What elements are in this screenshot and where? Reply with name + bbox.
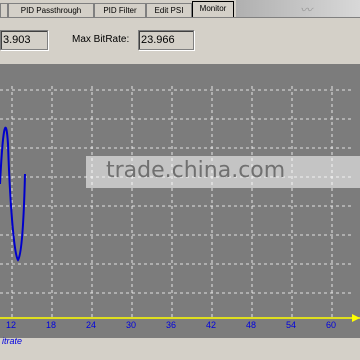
tab-bar: PID Passthrough PID Filter Edit PSI Moni… xyxy=(0,0,360,18)
bitrate-graph xyxy=(0,64,360,338)
bitrate-series-line xyxy=(0,126,26,262)
max-bitrate-label: Max BitRate: xyxy=(72,34,130,45)
watermark: trade.china.com xyxy=(86,156,360,188)
current-bitrate-field: 3.903 xyxy=(0,30,48,50)
tab-pid-filter[interactable]: PID Filter xyxy=(94,3,146,17)
x-tick-label: 42 xyxy=(206,320,217,330)
banner-logo-icon: 〰 xyxy=(300,3,313,17)
x-axis-label: itrate xyxy=(2,336,23,346)
x-tick-label: 24 xyxy=(86,320,97,330)
x-tick-label: 60 xyxy=(326,320,337,330)
x-tick-label: 18 xyxy=(46,320,57,330)
x-tick-label: 48 xyxy=(246,320,257,330)
x-tick-label: 30 xyxy=(126,320,137,330)
tab-previous[interactable] xyxy=(0,3,8,17)
watermark-text: trade.china.com xyxy=(106,158,286,183)
x-tick-label: 54 xyxy=(286,320,297,330)
x-tick-label: 36 xyxy=(166,320,177,330)
max-bitrate-field: 23.966 xyxy=(138,30,194,50)
graph-canvas xyxy=(0,86,360,322)
x-axis-arrow-icon xyxy=(352,314,360,322)
tab-edit-psi[interactable]: Edit PSI xyxy=(146,3,192,17)
x-tick-label: 12 xyxy=(6,320,17,330)
grid-lines xyxy=(0,86,352,318)
tab-monitor[interactable]: Monitor xyxy=(192,1,234,18)
header-banner xyxy=(236,0,360,17)
tab-pid-passthrough[interactable]: PID Passthrough xyxy=(8,3,94,17)
